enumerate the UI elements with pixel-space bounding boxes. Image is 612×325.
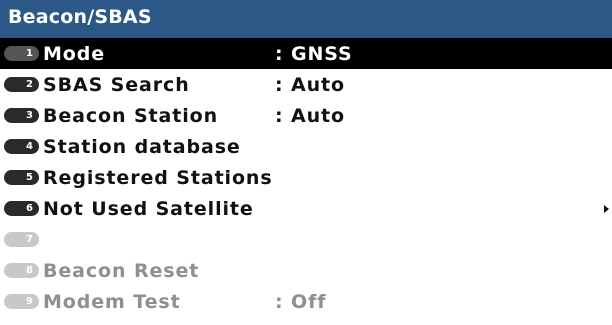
number-badge: 4 bbox=[4, 139, 39, 154]
number-badge: 6 bbox=[4, 201, 39, 216]
number-badge: 8 bbox=[4, 263, 39, 278]
number-badge: 7 bbox=[4, 232, 39, 247]
menu-item-station-database[interactable]: 4 Station database bbox=[0, 131, 612, 162]
menu-item-label: Station database bbox=[43, 136, 241, 158]
menu-item-label: Registered Stations bbox=[43, 167, 273, 189]
menu-item-value: : Off bbox=[275, 291, 327, 313]
menu-item-7: 7 bbox=[0, 224, 612, 255]
right-triangle-icon bbox=[604, 205, 609, 213]
menu-item-label: Not Used Satellite bbox=[43, 198, 254, 220]
menu-item-modem-test: 9 Modem Test : Off bbox=[0, 286, 612, 317]
number-badge: 5 bbox=[4, 170, 39, 185]
menu-item-registered-stations[interactable]: 5 Registered Stations bbox=[0, 162, 612, 193]
menu-list: 1 Mode : GNSS 2 SBAS Search : Auto 3 Bea… bbox=[0, 38, 612, 317]
menu-item-label: Beacon Station bbox=[43, 105, 219, 127]
menu-item-sbas-search[interactable]: 2 SBAS Search : Auto bbox=[0, 69, 612, 100]
menu-item-label: SBAS Search bbox=[43, 74, 190, 96]
menu-item-label: Beacon Reset bbox=[43, 260, 200, 282]
menu-item-value: : GNSS bbox=[275, 43, 353, 65]
beacon-sbas-screen: Beacon/SBAS 1 Mode : GNSS 2 SBAS Search … bbox=[0, 0, 612, 325]
number-badge: 1 bbox=[4, 46, 39, 61]
menu-item-beacon-station[interactable]: 3 Beacon Station : Auto bbox=[0, 100, 612, 131]
menu-item-value: : Auto bbox=[275, 74, 345, 96]
menu-item-mode[interactable]: 1 Mode : GNSS bbox=[0, 38, 612, 69]
menu-item-label: Modem Test bbox=[43, 291, 181, 313]
menu-item-not-used-satellite[interactable]: 6 Not Used Satellite bbox=[0, 193, 612, 224]
menu-item-value: : Auto bbox=[275, 105, 345, 127]
title-bar: Beacon/SBAS bbox=[0, 0, 612, 38]
number-badge: 2 bbox=[4, 77, 39, 92]
number-badge: 9 bbox=[4, 294, 39, 309]
page-title: Beacon/SBAS bbox=[8, 6, 152, 28]
number-badge: 3 bbox=[4, 108, 39, 123]
menu-item-beacon-reset: 8 Beacon Reset bbox=[0, 255, 612, 286]
menu-item-label: Mode bbox=[43, 43, 106, 65]
